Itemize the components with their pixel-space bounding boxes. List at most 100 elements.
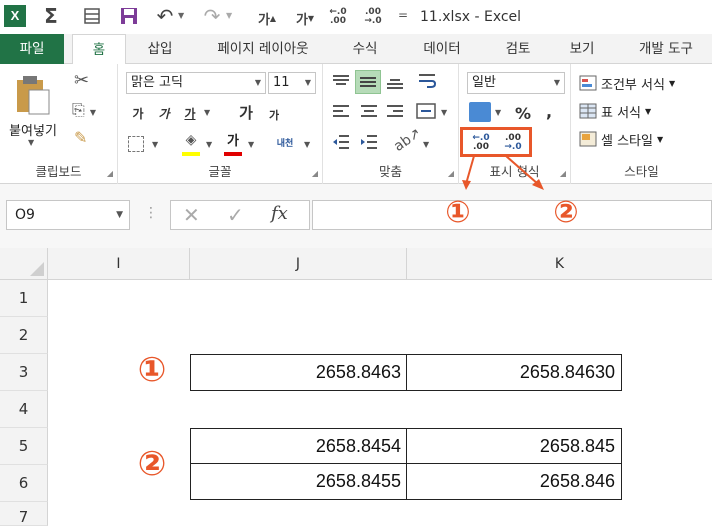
tab-home[interactable]: 홈 — [72, 34, 126, 65]
cell-k5[interactable]: 2658.845 — [406, 428, 622, 465]
undo-icon[interactable]: ↶ — [153, 3, 177, 29]
orientation-icon[interactable]: ab↗ — [391, 125, 424, 155]
align-middle-icon[interactable] — [355, 70, 381, 94]
format-as-table-button[interactable]: 표 서식 ▼ — [579, 100, 651, 122]
cell-j5[interactable]: 2658.8454 — [190, 428, 408, 465]
paste-label: 붙여넣기 — [9, 124, 57, 139]
redo-icon[interactable]: ↷ — [200, 3, 224, 29]
fill-color-dropdown-icon[interactable]: ▼ — [206, 140, 212, 149]
row-header-1[interactable]: 1 — [0, 280, 48, 317]
tab-review[interactable]: 검토 — [492, 34, 544, 64]
conditional-format-button[interactable]: 조건부 서식 ▼ — [579, 72, 675, 94]
enter-icon[interactable]: ✓ — [227, 203, 244, 227]
clipboard-launcher-icon[interactable]: ◢ — [107, 169, 113, 178]
align-bottom-icon[interactable] — [385, 74, 405, 90]
align-top-icon[interactable] — [331, 74, 351, 90]
font-color-icon[interactable]: 가 — [222, 130, 244, 156]
row-badge-2: ② — [137, 444, 167, 484]
cut-icon[interactable]: ✂ — [74, 70, 89, 91]
cell-styles-button[interactable]: 셀 스타일 ▼ — [579, 128, 663, 150]
tab-insert[interactable]: 삽입 — [132, 34, 188, 64]
italic-button[interactable]: 가 — [154, 102, 174, 124]
align-left-icon[interactable] — [331, 104, 351, 120]
increase-indent-icon[interactable] — [359, 134, 379, 150]
bold-button[interactable]: 가 — [128, 102, 148, 124]
tab-view[interactable]: 보기 — [556, 34, 608, 64]
number-format-combo[interactable]: 일반 ▼ — [467, 72, 565, 94]
cell-k6[interactable]: 2658.846 — [406, 463, 622, 500]
form-icon[interactable] — [80, 3, 104, 29]
format-painter-icon[interactable]: ✎ — [74, 128, 87, 147]
tab-developer[interactable]: 개발 도구 — [620, 34, 712, 64]
align-right-icon[interactable] — [385, 104, 405, 120]
phonetic-dropdown-icon[interactable]: ▼ — [304, 140, 310, 149]
cell-k3[interactable]: 2658.84630 — [406, 354, 622, 391]
autosum-icon[interactable]: Σ — [38, 3, 64, 29]
row-header-3[interactable]: 3 — [0, 354, 48, 391]
underline-dropdown-icon[interactable]: ▼ — [204, 108, 210, 117]
save-icon[interactable] — [117, 3, 141, 29]
column-header-i[interactable]: I — [48, 248, 190, 280]
row-header-2[interactable]: 2 — [0, 317, 48, 354]
font-group: 맑은 고딕 ▼ 11 ▼ 가 가 가 ▼ 가 가 ▼ ◈ ▼ 가 ▼ 내천 ▼ 글꼴… — [118, 64, 323, 184]
tab-file[interactable]: 파일 — [0, 34, 64, 64]
increase-decimal-qat-icon[interactable]: ←.0.00 — [325, 4, 351, 30]
conditional-format-icon — [579, 75, 597, 91]
row-header-6[interactable]: 6 — [0, 465, 48, 502]
font-shrink-icon[interactable]: 가 ▼ — [290, 5, 320, 31]
font-size-combo[interactable]: 11 ▼ — [268, 72, 316, 94]
phonetic-button[interactable]: 내천 — [270, 130, 300, 158]
excel-logo-icon: X — [4, 5, 26, 27]
row-header-5[interactable]: 5 — [0, 428, 48, 465]
merge-center-icon[interactable] — [415, 102, 437, 120]
select-all-corner[interactable] — [0, 248, 48, 280]
column-header-j[interactable]: J — [190, 248, 407, 280]
font-color-dropdown-icon[interactable]: ▼ — [248, 140, 254, 149]
quick-access-toolbar: X Σ ↶ ▼ ↷ ▼ 가 ▲ 가 ▼ ←.0.00 .00 →.0 = 11.xls… — [0, 0, 712, 34]
font-launcher-icon[interactable]: ◢ — [312, 169, 318, 178]
tab-data[interactable]: 데이터 — [410, 34, 474, 64]
tab-page-layout[interactable]: 페이지 레이아웃 — [196, 34, 330, 64]
font-name-combo[interactable]: 맑은 고딕 ▼ — [126, 72, 266, 94]
formula-input[interactable] — [312, 200, 712, 230]
border-icon[interactable] — [128, 136, 144, 152]
percent-button[interactable]: % — [513, 102, 533, 124]
row-header-4[interactable]: 4 — [0, 391, 48, 428]
undo-dropdown-icon[interactable]: ▼ — [178, 11, 184, 20]
table-format-icon — [579, 103, 597, 119]
chevron-down-icon: ▼ — [254, 78, 261, 87]
row-header-7[interactable]: 7 — [0, 502, 48, 526]
merge-dropdown-icon[interactable]: ▼ — [441, 108, 447, 117]
shrink-font-button[interactable]: 가 — [264, 104, 284, 126]
paste-button[interactable]: 붙여넣기 ▼ — [6, 70, 60, 150]
fill-color-icon[interactable]: ◈ — [180, 132, 202, 156]
format-as-table-label: 표 서식 — [601, 105, 642, 121]
tab-formulas[interactable]: 수식 — [340, 34, 390, 64]
accounting-format-icon[interactable] — [469, 102, 491, 122]
underline-button[interactable]: 가 — [180, 102, 200, 124]
font-shrink-label: 가 — [295, 12, 308, 28]
grow-font-button[interactable]: 가 — [234, 100, 258, 124]
cell-j3[interactable]: 2658.8463 — [190, 354, 408, 391]
border-dropdown-icon[interactable]: ▼ — [152, 140, 158, 149]
decrease-decimal-qat-icon[interactable]: .00 →.0 — [360, 4, 386, 30]
decrease-indent-icon[interactable] — [331, 134, 351, 150]
orientation-dropdown-icon[interactable]: ▼ — [423, 140, 429, 149]
cell-j6[interactable]: 2658.8455 — [190, 463, 408, 500]
font-grow-icon[interactable]: 가 ▲ — [252, 5, 282, 31]
chevron-down-icon[interactable]: ▼ — [116, 201, 123, 229]
font-color-glyph: 가 — [227, 134, 239, 149]
insert-function-icon[interactable]: fx — [271, 203, 288, 224]
align-center-icon[interactable] — [359, 104, 379, 120]
accounting-dropdown-icon[interactable]: ▼ — [495, 108, 501, 117]
customize-qat-icon[interactable]: = — [398, 8, 408, 22]
column-header-k[interactable]: K — [407, 248, 712, 280]
wrap-text-icon[interactable] — [417, 72, 437, 90]
number-launcher-icon[interactable]: ◢ — [560, 169, 566, 178]
name-box[interactable]: O9 ▼ — [6, 200, 130, 230]
row-badge-1: ① — [137, 350, 167, 390]
copy-icon[interactable]: ⎘ ▼ — [72, 100, 96, 120]
cancel-icon[interactable]: ✕ — [183, 203, 200, 227]
comma-button[interactable]: , — [541, 100, 557, 122]
redo-dropdown-icon[interactable]: ▼ — [226, 11, 232, 20]
